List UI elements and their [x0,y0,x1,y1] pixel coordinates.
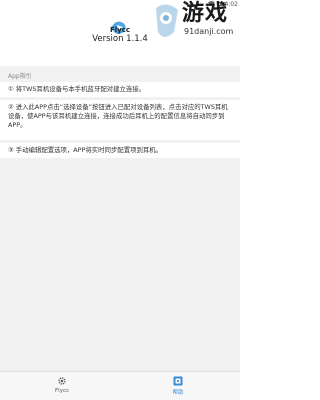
app-name: Flycc [109,26,131,34]
help-icon [173,376,183,386]
bottom-tab-bar: Flycc 帮助 [0,371,240,400]
tab-help-label: 帮助 [172,390,184,396]
guide-step-3: ③ 手动编辑配置选项，APP将实时同步配置项到耳机。 [0,143,240,158]
watermark-title: 游戏 [182,1,229,26]
app-version: Version 1.1.4 [92,34,148,44]
guide-content: App指引 ① 将TWS耳机设备与本手机蓝牙配对建立连接。 ② 进入此APP点击… [0,66,240,372]
tab-flycc-label: Flycc [55,388,69,394]
tab-help[interactable]: 帮助 [148,372,208,400]
gear-icon [58,377,66,385]
tab-flycc[interactable]: Flycc [32,372,92,400]
guide-step-2: ② 进入此APP点击“选择设备”按钮进入已配对设备列表，点击对应的TWS耳机设备… [0,100,240,140]
section-title: App指引 [8,73,32,80]
guide-step-1: ① 将TWS耳机设备与本手机蓝牙配对建立连接。 [0,82,240,97]
